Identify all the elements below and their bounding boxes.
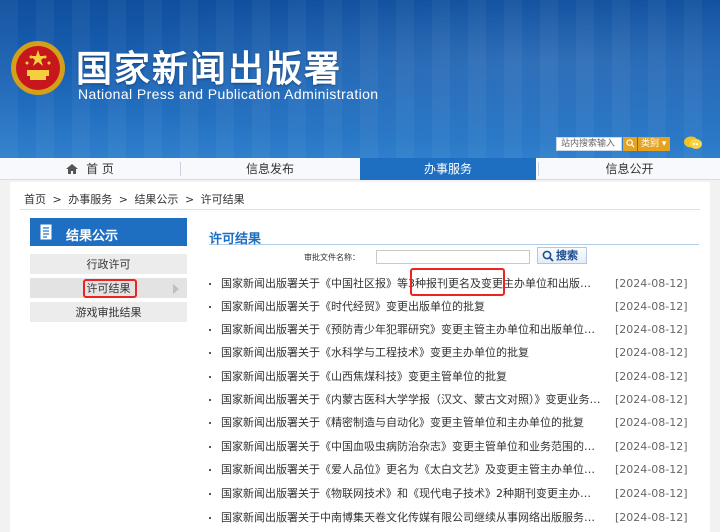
list-item[interactable]: 国家新闻出版署关于《内蒙古医科大学学报（汉文、蒙古文对照）》变更业务范围的批复 […	[209, 390, 699, 410]
breadcrumb-services[interactable]: 办事服务	[68, 193, 112, 206]
bullet-icon	[209, 329, 211, 331]
bullet-icon	[209, 517, 211, 519]
list-item-title[interactable]: 国家新闻出版署关于《山西焦煤科技》变更主管单位的批复	[221, 367, 601, 387]
list-item-date: [2024-08-12]	[615, 511, 688, 524]
list-item-title[interactable]: 国家新闻出版署关于《爱人品位》更名为《太白文艺》及变更主管主办单位和出版单位..…	[221, 460, 601, 480]
breadcrumb-home[interactable]: 首页	[24, 193, 46, 206]
title-underline	[209, 244, 699, 245]
category-select[interactable]: 类别 ▾	[638, 137, 670, 151]
list-item[interactable]: 国家新闻出版署关于《预防青少年犯罪研究》变更主管主办单位和出版单位的批复 [202…	[209, 320, 699, 340]
list-item-date: [2024-08-12]	[615, 323, 688, 336]
list-item-title[interactable]: 国家新闻出版署关于中南博集天卷文化传媒有限公司继续从事网络出版服务的批复	[221, 508, 601, 528]
bullet-icon	[209, 446, 211, 448]
bullet-icon	[209, 469, 211, 471]
list-item-title[interactable]: 国家新闻出版署关于《预防青少年犯罪研究》变更主管主办单位和出版单位的批复	[221, 320, 601, 340]
site-search-input[interactable]: 站内搜索输入	[556, 137, 622, 151]
highlight-box	[83, 279, 137, 298]
breadcrumb-divider	[20, 209, 700, 210]
sidebar-title: 结果公示	[66, 229, 119, 244]
bullet-icon	[209, 352, 211, 354]
nav-home[interactable]: 首 页	[0, 158, 180, 180]
list-item-title[interactable]: 国家新闻出版署关于《内蒙古医科大学学报（汉文、蒙古文对照）》变更业务范围的批复	[221, 390, 601, 410]
sidebar-item-admin-permit[interactable]: 行政许可	[30, 254, 187, 276]
bullet-icon	[209, 422, 211, 424]
list-item-date: [2024-08-12]	[615, 300, 688, 313]
chat-icon[interactable]	[683, 135, 703, 151]
search-icon	[625, 139, 635, 148]
list-item[interactable]: 国家新闻出版署关于《时代经贸》变更出版单位的批复 [2024-08-12]	[209, 297, 699, 317]
breadcrumb-current: 许可结果	[200, 193, 245, 206]
list-item-title[interactable]: 国家新闻出版署关于《物联网技术》和《现代电子技术》2种期刊变更主办单位的批复	[221, 484, 601, 504]
site-search-button[interactable]	[623, 137, 637, 151]
bullet-icon	[209, 283, 211, 285]
list-item-title[interactable]: 国家新闻出版署关于《时代经贸》变更出版单位的批复	[221, 297, 601, 317]
list-item-date: [2024-08-12]	[615, 277, 688, 290]
list-item-date: [2024-08-12]	[615, 463, 688, 476]
list-item-date: [2024-08-12]	[615, 440, 688, 453]
list-item[interactable]: 国家新闻出版署关于《爱人品位》更名为《太白文艺》及变更主管主办单位和出版单位..…	[209, 460, 699, 480]
highlight-box	[410, 268, 505, 296]
search-label: 审批文件名称：	[304, 253, 360, 262]
national-emblem-icon	[11, 41, 65, 95]
list-item-date: [2024-08-12]	[615, 346, 688, 359]
search-icon	[542, 250, 554, 262]
breadcrumb: 首页 > 办事服务 > 结果公示 > 许可结果	[24, 191, 248, 207]
nav-services[interactable]: 办事服务	[360, 158, 536, 180]
document-name-input[interactable]	[376, 250, 530, 264]
breadcrumb-separator: >	[184, 193, 195, 206]
list-item-date: [2024-08-12]	[615, 416, 688, 429]
list-item-date: [2024-08-12]	[615, 487, 688, 500]
list-item-title[interactable]: 国家新闻出版署关于《精密制造与自动化》变更主管单位和主办单位的批复	[221, 413, 601, 433]
list-item[interactable]: 国家新闻出版署关于《山西焦煤科技》变更主管单位的批复 [2024-08-12]	[209, 367, 699, 387]
sidebar-header: 结果公示	[30, 218, 187, 246]
list-item[interactable]: 国家新闻出版署关于《水科学与工程技术》变更主办单位的批复 [2024-08-12]	[209, 343, 699, 363]
content-panel: 首页 > 办事服务 > 结果公示 > 许可结果 结果公示 行政许可 许可结果 游…	[10, 182, 710, 532]
list-item[interactable]: 国家新闻出版署关于中南博集天卷文化传媒有限公司继续从事网络出版服务的批复 [202…	[209, 508, 699, 528]
search-button[interactable]: 搜索	[537, 247, 587, 264]
sidebar-item-game-approval[interactable]: 游戏审批结果	[30, 302, 187, 324]
list-item-date: [2024-08-12]	[615, 393, 688, 406]
main-nav: 首 页 信息发布 办事服务 信息公开	[0, 158, 720, 180]
nav-news[interactable]: 信息发布	[181, 158, 359, 180]
nav-disclosure[interactable]: 信息公开	[539, 158, 720, 180]
list-item-title[interactable]: 国家新闻出版署关于《中国血吸虫病防治杂志》变更主管单位和业务范围的批复	[221, 437, 601, 457]
list-item[interactable]: 国家新闻出版署关于《中国血吸虫病防治杂志》变更主管单位和业务范围的批复 [2024…	[209, 437, 699, 457]
chevron-down-icon: ▾	[661, 139, 667, 149]
bullet-icon	[209, 306, 211, 308]
document-icon	[40, 224, 52, 240]
nav-home-label: 首 页	[86, 162, 114, 176]
breadcrumb-separator: >	[118, 193, 128, 206]
category-label: 类别	[641, 139, 660, 149]
site-title-cn: 国家新闻出版署	[76, 48, 343, 90]
list-item[interactable]: 国家新闻出版署关于《物联网技术》和《现代电子技术》2种期刊变更主办单位的批复 [2…	[209, 484, 699, 504]
list-item-date: [2024-08-12]	[615, 370, 688, 383]
list-item-title[interactable]: 国家新闻出版署关于《水科学与工程技术》变更主办单位的批复	[221, 343, 601, 363]
breadcrumb-results[interactable]: 结果公示	[134, 193, 178, 206]
site-banner: 国家新闻出版署 National Press and Publication A…	[0, 0, 720, 158]
bullet-icon	[209, 399, 211, 401]
breadcrumb-separator: >	[52, 193, 62, 206]
chevron-right-icon	[173, 284, 179, 294]
search-button-label: 搜索	[556, 249, 578, 262]
bullet-icon	[209, 493, 211, 495]
home-icon	[66, 164, 79, 174]
bullet-icon	[209, 376, 211, 378]
site-title-en: National Press and Publication Administr…	[78, 86, 379, 102]
list-item[interactable]: 国家新闻出版署关于《精密制造与自动化》变更主管单位和主办单位的批复 [2024-0…	[209, 413, 699, 433]
